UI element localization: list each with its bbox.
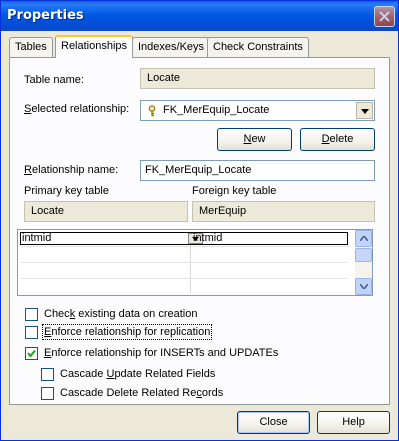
cascade-update-checkbox[interactable] [41, 368, 54, 381]
key-icon [147, 105, 157, 120]
relationship-name-input[interactable]: FK_MerEquip_Locate [140, 160, 375, 181]
chevron-down-icon[interactable] [356, 102, 373, 119]
check-existing-data-label[interactable]: Check existing data on creation [44, 308, 198, 320]
close-window-button[interactable] [374, 6, 395, 27]
cascade-delete-label[interactable]: Cascade Delete Related Records [60, 387, 223, 399]
enforce-inserts-updates-checkbox[interactable] [25, 347, 38, 360]
primary-key-table-label: Primary key table [24, 185, 109, 197]
foreign-key-column-cell[interactable]: intmid [191, 232, 222, 245]
enforce-inserts-updates-label[interactable]: Enforce relationship for INSERTs and UPD… [44, 347, 278, 359]
tab-indexes-keys[interactable]: Indexes/Keys [132, 37, 211, 57]
close-button[interactable]: Close [237, 411, 310, 434]
table-name-label: Table name: [24, 74, 84, 86]
new-button[interactable]: New [217, 128, 292, 151]
selected-relationship-value: FK_MerEquip_Locate [163, 104, 270, 116]
selected-relationship-label: Selected relationship: [24, 103, 130, 115]
scroll-thumb[interactable] [355, 248, 372, 262]
cascade-delete-checkbox[interactable] [41, 387, 54, 400]
cascade-update-label[interactable]: Cascade Update Related Fields [60, 368, 215, 380]
primary-key-column-cell[interactable]: intmid [20, 232, 51, 245]
tab-relationships[interactable]: Relationships [55, 35, 134, 58]
properties-dialog: Properties Tables Relationships Indexes/… [0, 0, 399, 441]
title-bar[interactable]: Properties [1, 1, 398, 31]
delete-button[interactable]: Delete [300, 128, 375, 151]
selected-row-outline [20, 232, 348, 245]
enforce-replication-label[interactable]: Enforce relationship for replication [41, 324, 213, 340]
tab-tables[interactable]: Tables [9, 37, 53, 57]
help-button[interactable]: Help [317, 411, 390, 434]
selected-relationship-dropdown[interactable]: FK_MerEquip_Locate [140, 100, 375, 121]
grid-scrollbar[interactable] [355, 230, 372, 295]
check-existing-data-checkbox[interactable] [25, 308, 38, 321]
foreign-key-table-field: MerEquip [192, 201, 375, 222]
scroll-up-arrow-icon[interactable] [355, 230, 372, 247]
enforce-replication-checkbox[interactable] [25, 326, 38, 339]
scroll-down-arrow-icon[interactable] [355, 278, 372, 295]
primary-key-table-field: Locate [24, 201, 188, 222]
foreign-key-table-label: Foreign key table [192, 185, 277, 197]
tab-check-constraints[interactable]: Check Constraints [207, 37, 309, 57]
table-name-field: Locate [140, 68, 375, 89]
relationship-name-label: Relationship name: [24, 164, 119, 176]
window-title: Properties [7, 8, 84, 23]
key-columns-grid[interactable]: intmid intmid [17, 229, 373, 296]
